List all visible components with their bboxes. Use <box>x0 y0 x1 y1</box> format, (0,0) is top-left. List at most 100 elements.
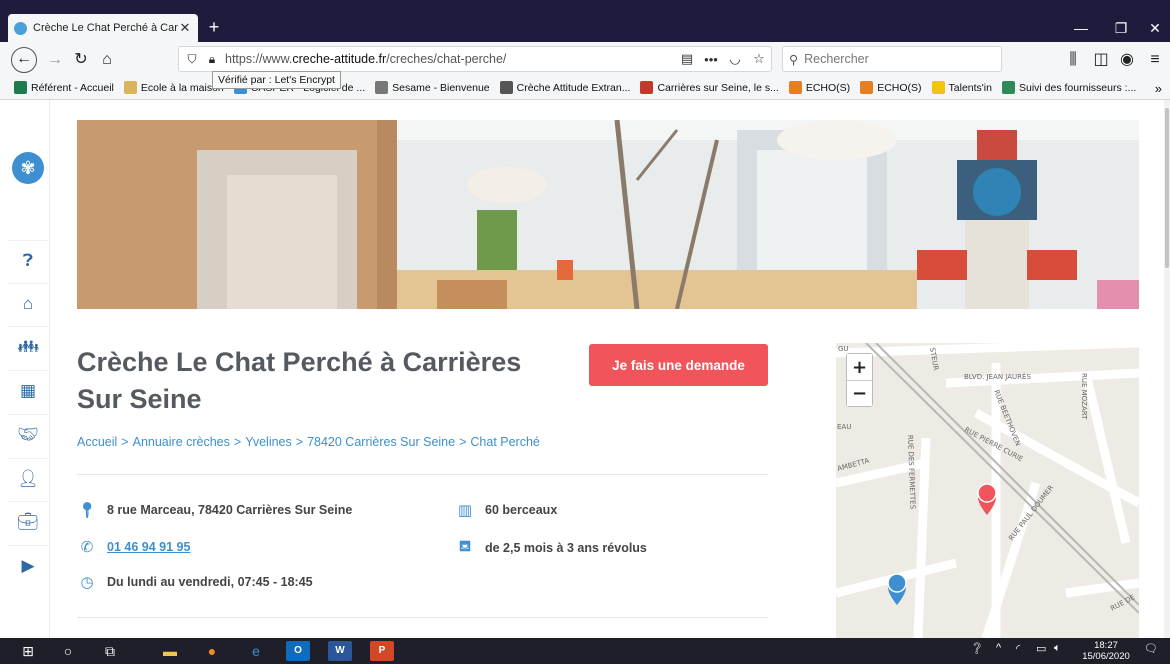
sidebar-icon[interactable]: ◫ <box>1088 47 1114 73</box>
breadcrumb-link[interactable]: Accueil <box>77 435 117 449</box>
home-button[interactable]: ⌂ <box>94 47 120 73</box>
page-actions-icon[interactable]: ••• <box>699 52 723 67</box>
notifications-icon[interactable]: 🗨︎ <box>1144 642 1158 655</box>
briefcase-icon[interactable]: 💼︎ <box>8 501 48 541</box>
word-icon[interactable]: W <box>328 641 352 661</box>
zoom-in-button[interactable]: + <box>847 354 872 380</box>
breadcrumb: Accueil > Annuaire crèches > Yvelines >78420 … <box>77 435 540 449</box>
menu-icon[interactable]: ≡ <box>1142 47 1168 73</box>
back-button[interactable]: ← <box>11 47 37 73</box>
powerpoint-icon[interactable]: P <box>370 641 394 661</box>
help-tray-icon[interactable]: ❔ <box>970 642 984 655</box>
account-icon[interactable]: ◉ <box>1114 47 1140 73</box>
breadcrumb-link[interactable]: Chat Perché <box>470 435 539 449</box>
zoom-out-button[interactable]: − <box>847 380 872 406</box>
search-placeholder: Rechercher <box>804 52 869 66</box>
age-row: ⛾ de 2,5 mois à 3 ans révolus <box>455 538 647 557</box>
outlook-icon[interactable]: O <box>286 641 310 661</box>
breadcrumb-separator: > <box>233 435 242 449</box>
forward-button[interactable]: → <box>42 47 68 73</box>
help-icon[interactable]: ❓︎ <box>8 240 48 280</box>
windows-taskbar: ⊞ ○ ⧉ ▬ ● e O W P ❔ ^ ◜ ▭ 🔈︎ 18:27 15/06… <box>0 638 1170 664</box>
bookmark-item[interactable]: Talents'in <box>931 81 992 94</box>
bookmark-item[interactable]: ECHO(S) <box>860 81 922 94</box>
capacity-text: 60 berceaux <box>485 503 558 517</box>
reader-view-icon[interactable]: ▤ <box>675 51 699 67</box>
home-icon[interactable]: ⌂ <box>8 283 48 323</box>
bookmark-label: Référent - Accueil <box>31 81 114 94</box>
address-bar[interactable]: ⛉ 🔒︎ https://www.creche-attitude.fr/crec… <box>178 46 772 72</box>
bookmarks-overflow-icon[interactable]: » <box>1155 81 1162 96</box>
restore-icon[interactable]: ❐ <box>1106 17 1136 39</box>
request-button[interactable]: Je fais une demande <box>589 344 768 386</box>
battery-icon[interactable]: ▭ <box>1036 642 1046 655</box>
scrollbar-thumb[interactable] <box>1165 108 1169 268</box>
browser-tab[interactable]: Crèche Le Chat Perché à Carrières ✕ <box>8 14 198 42</box>
hours-row: ◷ Du lundi au vendredi, 07:45 - 18:45 <box>77 573 312 591</box>
tracking-shield-icon[interactable]: ⛉ <box>181 52 203 67</box>
family-icon[interactable]: 👪︎ <box>8 326 48 366</box>
breadcrumb-link[interactable]: 78420 Carrières Sur Seine <box>307 435 455 449</box>
bookmark-star-icon[interactable]: ☆ <box>747 51 771 67</box>
windows-start-icon[interactable]: ⊞ <box>16 641 40 661</box>
bookmark-favicon-icon <box>14 81 27 94</box>
phone-link[interactable]: 01 46 94 91 95 <box>107 540 190 554</box>
map-pin-icon: 📍︎ <box>77 502 97 519</box>
building-icon[interactable]: ▦ <box>8 370 48 410</box>
firefox-icon[interactable]: ● <box>200 641 224 661</box>
bookmark-item[interactable]: Référent - Accueil <box>14 81 114 94</box>
bookmark-label: Carrières sur Seine, le s... <box>657 81 779 94</box>
breadcrumb-separator: > <box>121 435 129 449</box>
tab-title: Crèche Le Chat Perché à Carrières <box>33 22 178 34</box>
location-map[interactable]: BLVD. JEAN JAURÈS RUE MOZART RUE BEETHOV… <box>836 343 1139 638</box>
window-close-icon[interactable]: ✕ <box>1140 17 1170 39</box>
street-label: RUE MOZART <box>1080 373 1088 420</box>
site-favicon-icon <box>14 21 27 35</box>
url-text[interactable]: https://www.creche-attitude.fr/creches/c… <box>221 52 675 66</box>
street-label: GU <box>838 345 849 353</box>
capacity-row: ▥ 60 berceaux <box>455 501 557 519</box>
lock-icon[interactable]: 🔒︎ <box>203 52 221 67</box>
file-explorer-icon[interactable]: ▬ <box>158 641 182 661</box>
volume-icon[interactable]: 🔈︎ <box>1054 642 1061 655</box>
play-icon[interactable]: ▶ <box>8 545 48 585</box>
tray-chevron-icon[interactable]: ^ <box>996 642 1001 654</box>
stroller-icon: ⛾ <box>458 538 472 555</box>
tab-close-icon[interactable]: ✕ <box>178 20 192 36</box>
search-input[interactable]: ⚲ Rechercher <box>782 46 1002 72</box>
window-titlebar <box>0 0 1170 14</box>
bookmark-item[interactable]: Sesame - Bienvenue <box>375 81 490 94</box>
breadcrumb-link[interactable]: Yvelines <box>245 435 292 449</box>
bookmark-label: Crèche Attitude Extran... <box>516 81 631 94</box>
bookmark-favicon-icon <box>788 81 802 94</box>
certificate-tooltip: Vérifié par : Let's Encrypt <box>212 71 341 89</box>
new-tab-button[interactable]: + <box>204 17 224 39</box>
handshake-icon[interactable]: 🤝︎ <box>8 414 48 454</box>
bookmark-item[interactable]: ECHO(S) <box>788 81 850 94</box>
edge-icon[interactable]: e <box>244 641 268 661</box>
bookmark-favicon-icon <box>375 81 389 94</box>
bookmark-item[interactable]: Suivi des fournisseurs :... <box>1001 81 1136 94</box>
bookmark-label: Sesame - Bienvenue <box>392 81 490 94</box>
reload-button[interactable]: ↻ <box>68 47 94 73</box>
phone-icon: ✆ <box>80 539 94 556</box>
system-clock[interactable]: 18:27 15/06/2020 <box>1078 640 1134 662</box>
cortana-icon[interactable]: ○ <box>56 641 80 661</box>
bookmark-label: Talents'in <box>948 81 992 94</box>
bookmark-favicon-icon <box>931 81 945 94</box>
pocket-icon[interactable]: ◡ <box>723 51 747 67</box>
bookmark-item[interactable]: Carrières sur Seine, le s... <box>640 81 779 94</box>
bookmark-favicon-icon <box>860 81 874 94</box>
bookmark-item[interactable]: Ecole à la maison <box>123 81 224 94</box>
library-icon[interactable]: ⫼ <box>1060 47 1086 73</box>
task-view-icon[interactable]: ⧉ <box>98 641 122 661</box>
minimize-icon[interactable]: — <box>1066 17 1096 39</box>
clock-date: 15/06/2020 <box>1082 651 1130 662</box>
user-icon[interactable]: 👤︎ <box>8 458 48 498</box>
bookmark-favicon-icon <box>123 81 137 94</box>
bookmark-item[interactable]: Crèche Attitude Extran... <box>499 81 631 94</box>
network-icon[interactable]: ◜ <box>1016 642 1020 655</box>
creche-hero-image <box>77 120 1139 309</box>
breadcrumb-link[interactable]: Annuaire crèches <box>133 435 230 449</box>
tree-logo-icon[interactable]: ✾ <box>12 152 44 184</box>
